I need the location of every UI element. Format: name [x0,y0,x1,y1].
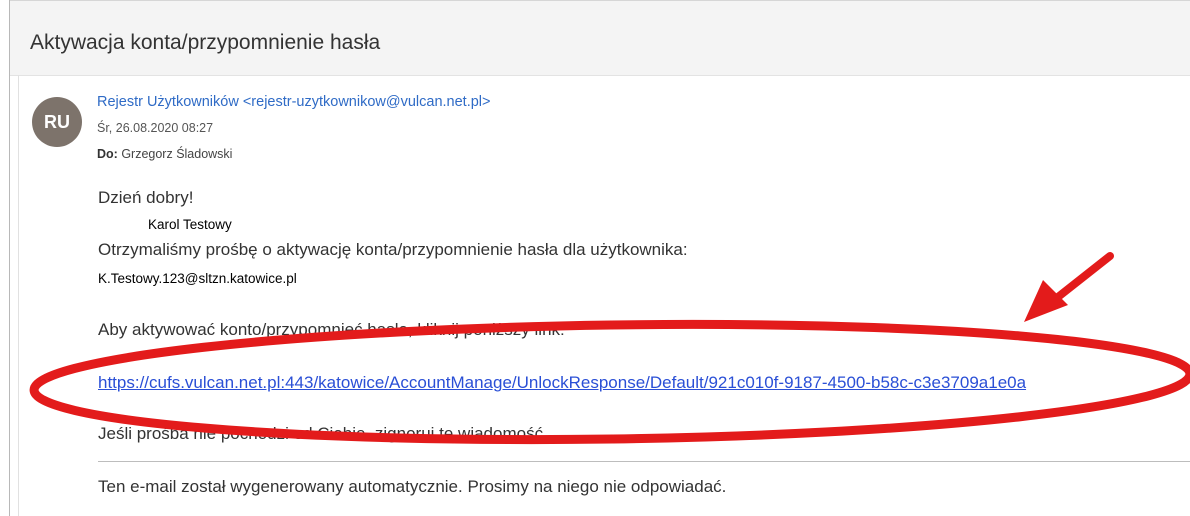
sender-avatar[interactable]: RU [32,97,82,147]
footer-divider [98,461,1190,462]
recipient-name[interactable]: Grzegorz Śladowski [121,147,232,161]
greeting: Dzień dobry! [98,188,194,207]
request-line: Otrzymaliśmy prośbę o aktywację konta/pr… [98,240,688,259]
message-left-border [18,75,19,516]
activation-link[interactable]: https://cufs.vulcan.net.pl:443/katowice/… [98,373,1026,393]
footer-note: Ten e-mail został wygenerowany automatyc… [98,477,727,496]
username-overlay: Karol Testowy [148,217,232,232]
to-label: Do: [97,147,118,161]
user-email-overlay: K.Testowy.123@sltzn.katowice.pl [98,271,297,286]
ignore-line: Jeśli prośba nie pochodzi od Ciebie, zig… [98,424,548,443]
subject-bar: Aktywacja konta/przypomnienie hasła [10,1,1190,76]
email-subject: Aktywacja konta/przypomnienie hasła [30,31,381,54]
recipient-line: Do: Grzegorz Śladowski [97,147,232,161]
sender-name[interactable]: Rejestr Użytkowników <rejestr-uzytkownik… [97,94,490,110]
email-date: Śr, 26.08.2020 08:27 [97,121,214,135]
instruction-line: Aby aktywować konto/przypomnieć hasło, k… [98,320,565,339]
